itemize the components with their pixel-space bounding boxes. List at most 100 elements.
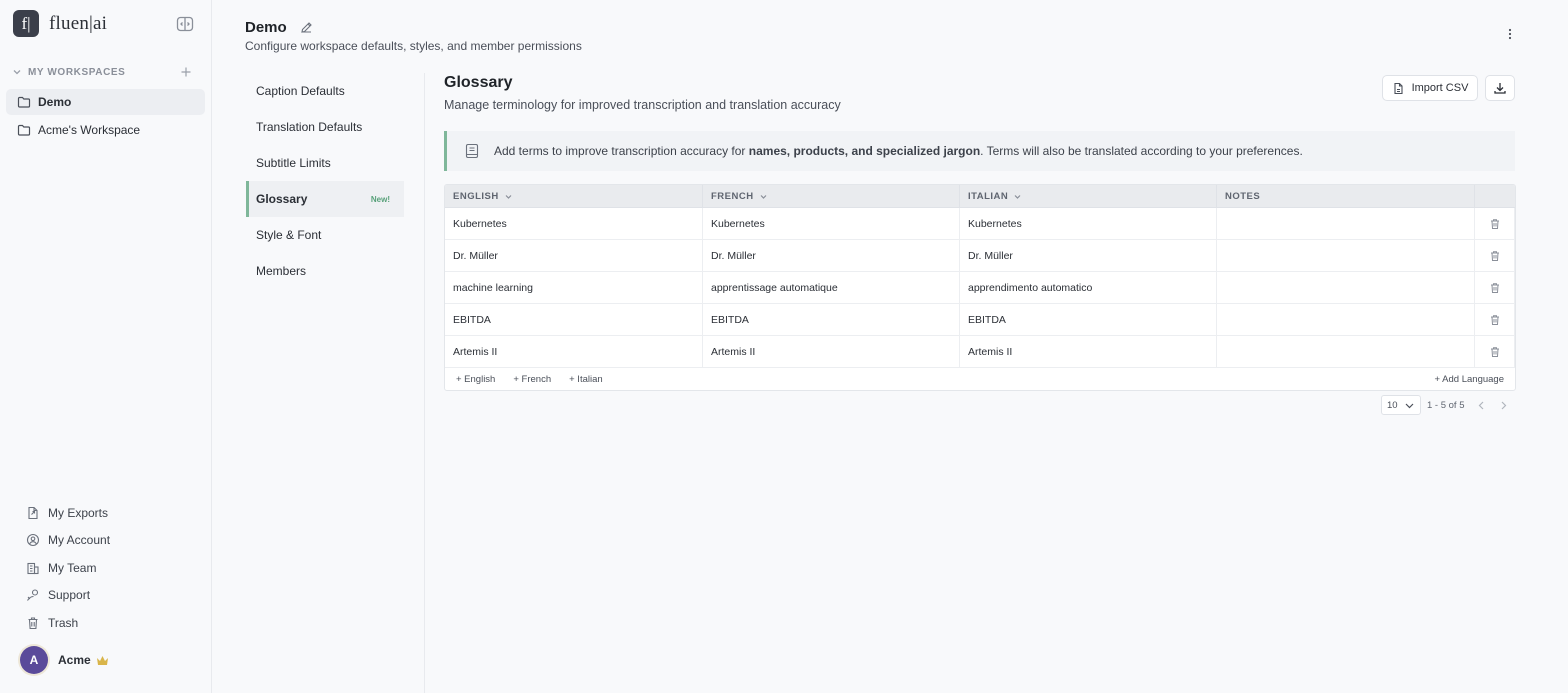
menu-item-members[interactable]: Members <box>246 253 404 289</box>
team-icon <box>26 561 40 575</box>
crown-icon <box>96 655 109 666</box>
cell-english[interactable]: EBITDA <box>445 304 703 336</box>
collapse-sidebar-icon[interactable] <box>176 15 194 33</box>
trash-icon <box>26 616 40 630</box>
glossary-info-banner: Add terms to improve transcription accur… <box>444 131 1515 171</box>
download-button[interactable] <box>1485 75 1515 101</box>
chevron-down-icon <box>759 192 768 201</box>
column-header-italian[interactable]: ITALIAN <box>960 185 1217 208</box>
edit-icon[interactable] <box>300 21 313 34</box>
brand-logo[interactable]: f| fluen|ai <box>13 10 107 37</box>
nav-label: My Exports <box>48 505 109 520</box>
user-profile[interactable]: A Acme <box>20 646 109 674</box>
nav-my-account[interactable]: My Account <box>26 527 110 555</box>
workspace-label: Acme's Workspace <box>38 123 141 137</box>
menu-item-label: Caption Defaults <box>256 84 345 98</box>
table-row: Artemis II Artemis II Artemis II <box>445 336 1515 368</box>
menu-item-label: Style & Font <box>256 228 322 242</box>
cell-notes[interactable] <box>1217 304 1475 336</box>
cell-french[interactable]: Kubernetes <box>703 208 960 240</box>
table-row: Kubernetes Kubernetes Kubernetes <box>445 208 1515 240</box>
cell-italian[interactable]: apprendimento automatico <box>960 272 1217 304</box>
trash-icon <box>1489 282 1501 294</box>
column-header-notes: NOTES <box>1217 185 1475 208</box>
import-csv-button[interactable]: Import CSV <box>1382 75 1478 101</box>
workspace-item-acme[interactable]: Acme's Workspace <box>6 117 205 143</box>
menu-item-glossary[interactable]: Glossary New! <box>246 181 404 217</box>
sidebar: f| fluen|ai MY WORKSPACES Demo Acme's Wo… <box>0 0 212 693</box>
delete-row-button[interactable] <box>1475 208 1515 240</box>
workspaces-section-header[interactable]: MY WORKSPACES <box>12 64 198 80</box>
cell-french[interactable]: apprentissage automatique <box>703 272 960 304</box>
cell-notes[interactable] <box>1217 240 1475 272</box>
nav-support[interactable]: Support <box>26 582 110 610</box>
nav-trash[interactable]: Trash <box>26 609 110 637</box>
chevron-down-icon <box>1404 400 1415 411</box>
cell-english[interactable]: Dr. Müller <box>445 240 703 272</box>
delete-row-button[interactable] <box>1475 240 1515 272</box>
info-text: Add terms to improve transcription accur… <box>494 144 1303 158</box>
cell-notes[interactable] <box>1217 208 1475 240</box>
cell-italian[interactable]: Kubernetes <box>960 208 1217 240</box>
menu-item-label: Members <box>256 264 307 278</box>
avatar: A <box>20 646 48 674</box>
menu-item-label: Translation Defaults <box>256 120 363 134</box>
cell-french[interactable]: Artemis II <box>703 336 960 368</box>
cell-english[interactable]: Artemis II <box>445 336 703 368</box>
cell-english[interactable]: Kubernetes <box>445 208 703 240</box>
column-header-french[interactable]: FRENCH <box>703 185 960 208</box>
add-french-term-button[interactable]: + French <box>513 374 551 385</box>
delete-row-button[interactable] <box>1475 336 1515 368</box>
table-row: EBITDA EBITDA EBITDA <box>445 304 1515 336</box>
page-size-value: 10 <box>1387 399 1398 411</box>
cell-italian[interactable]: EBITDA <box>960 304 1217 336</box>
glossary-title: Glossary <box>444 74 513 91</box>
table-row: Dr. Müller Dr. Müller Dr. Müller <box>445 240 1515 272</box>
cell-french[interactable]: EBITDA <box>703 304 960 336</box>
exports-icon <box>26 506 40 520</box>
user-name: Acme <box>58 653 91 667</box>
previous-page-icon[interactable] <box>1476 400 1487 411</box>
cell-english[interactable]: machine learning <box>445 272 703 304</box>
delete-row-button[interactable] <box>1475 304 1515 336</box>
delete-row-button[interactable] <box>1475 272 1515 304</box>
settings-menu: Caption Defaults Translation Defaults Su… <box>246 73 404 289</box>
menu-item-style-font[interactable]: Style & Font <box>246 217 404 253</box>
workspaces-section-label: MY WORKSPACES <box>28 66 126 78</box>
menu-item-subtitle-limits[interactable]: Subtitle Limits <box>246 145 404 181</box>
pagination: 10 1 - 5 of 5 <box>1381 395 1509 415</box>
cell-french[interactable]: Dr. Müller <box>703 240 960 272</box>
more-options-icon[interactable] <box>1503 27 1517 41</box>
column-header-english[interactable]: ENGLISH <box>445 185 703 208</box>
page-subtitle: Configure workspace defaults, styles, an… <box>245 39 582 53</box>
nav-my-exports[interactable]: My Exports <box>26 499 110 527</box>
menu-item-label: Glossary <box>256 192 308 206</box>
cell-italian[interactable]: Artemis II <box>960 336 1217 368</box>
add-english-term-button[interactable]: + English <box>456 374 495 385</box>
cell-italian[interactable]: Dr. Müller <box>960 240 1217 272</box>
import-csv-label: Import CSV <box>1411 82 1469 94</box>
add-language-button[interactable]: + Add Language <box>1435 374 1504 385</box>
divider <box>424 73 425 693</box>
trash-icon <box>1489 346 1501 358</box>
workspace-item-demo[interactable]: Demo <box>6 89 205 115</box>
next-page-icon[interactable] <box>1498 400 1509 411</box>
cell-notes[interactable] <box>1217 336 1475 368</box>
add-italian-term-button[interactable]: + Italian <box>569 374 603 385</box>
add-workspace-icon[interactable] <box>180 66 192 78</box>
cell-notes[interactable] <box>1217 272 1475 304</box>
workspace-label: Demo <box>38 95 72 109</box>
new-badge: New! <box>370 194 390 204</box>
nav-label: Trash <box>48 615 79 630</box>
chevron-down-icon <box>12 67 22 77</box>
page-size-select[interactable]: 10 <box>1381 395 1421 415</box>
nav-label: Support <box>48 588 91 603</box>
chevron-down-icon <box>1013 192 1022 201</box>
chevron-down-icon <box>504 192 513 201</box>
menu-item-caption-defaults[interactable]: Caption Defaults <box>246 73 404 109</box>
logo-wordmark: fluen|ai <box>49 12 108 34</box>
menu-item-translation-defaults[interactable]: Translation Defaults <box>246 109 404 145</box>
trash-icon <box>1489 218 1501 230</box>
nav-my-team[interactable]: My Team <box>26 554 110 582</box>
nav-label: My Account <box>48 533 111 548</box>
